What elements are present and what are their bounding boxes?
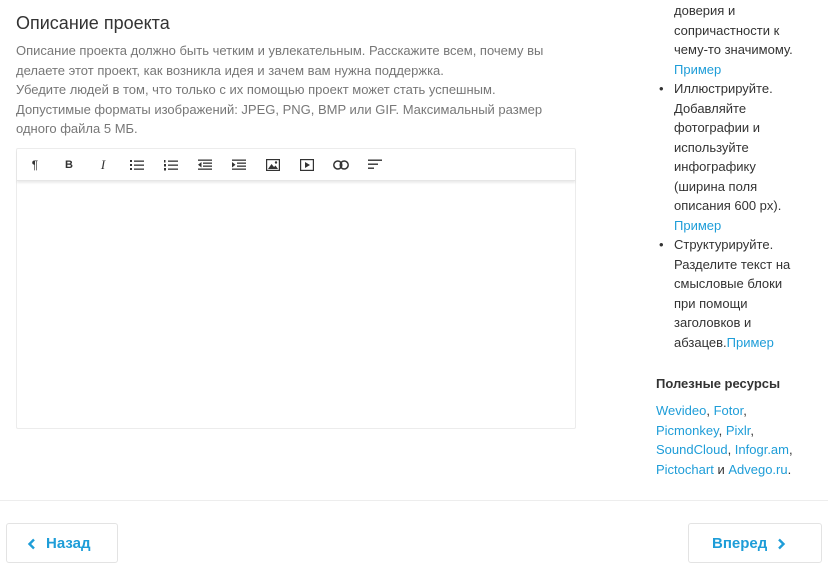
tip-line: инфографику (674, 159, 756, 174)
example-link[interactable]: Пример (727, 335, 774, 350)
resource-link-fotor[interactable]: Fotor (714, 403, 744, 418)
description-line: одного файла 5 МБ. (16, 121, 138, 137)
tip-line: при помощи (674, 295, 748, 311)
resource-link-picmonkey[interactable]: Picmonkey (656, 423, 719, 438)
italic-icon: I (100, 156, 106, 172)
tip-line: используйте (674, 139, 749, 155)
image-icon (266, 158, 280, 171)
tip-structure: Структурируйте. Разделите текст на смысл… (656, 235, 824, 352)
paragraph-icon: ¶ (31, 157, 39, 172)
description-line: Убедите людей в том, что только с их пом… (16, 82, 496, 98)
tip-line: абзацев. (674, 334, 727, 350)
example-link[interactable]: Пример (674, 216, 824, 236)
editor-toolbar: ¶ B I (17, 149, 575, 181)
resources-links: Wevideo, Fotor, Picmonkey, Pixlr, SoundC… (656, 403, 793, 477)
tip-line: чему-то значимому. (674, 42, 793, 57)
unordered-list-icon (130, 159, 144, 170)
tip-line: сопричастности к (674, 22, 780, 38)
indent-button[interactable] (222, 150, 256, 180)
editor-content-area[interactable] (17, 181, 575, 428)
indent-icon (232, 159, 246, 170)
tip-line: Добавляйте (674, 100, 747, 116)
resource-link-infogram[interactable]: Infogr.am (735, 442, 789, 457)
resource-link-pixlr[interactable]: Pixlr (726, 423, 751, 438)
ordered-list-icon (164, 159, 178, 170)
sidebar-tips-list: Иллюстрируйте. Добавляйте фотографии и и… (656, 79, 824, 352)
outdent-icon (198, 159, 212, 170)
description-line: Описание проекта должно быть четким и ув… (16, 43, 544, 58)
next-button[interactable]: Вперед (688, 523, 822, 563)
tip-line: Иллюстрируйте. (674, 81, 773, 96)
back-button-label: Назад (46, 534, 91, 552)
tip-line: фотографии и (674, 120, 760, 135)
resource-link-wevideo[interactable]: Wevideo (656, 403, 706, 418)
paragraph-button[interactable]: ¶ (18, 150, 52, 180)
unordered-list-button[interactable] (120, 150, 154, 180)
insert-video-button[interactable] (290, 150, 324, 180)
align-button[interactable] (358, 150, 392, 180)
outdent-button[interactable] (188, 150, 222, 180)
resource-link-pictochart[interactable]: Pictochart (656, 462, 714, 477)
rich-text-editor: ¶ B I (16, 148, 576, 429)
tip-line: доверия и (674, 3, 736, 18)
bold-button[interactable]: B (52, 150, 86, 180)
sidebar-tip-continued: доверия и сопричастности к чему-то значи… (674, 1, 824, 79)
tip-illustrate: Иллюстрируйте. Добавляйте фотографии и и… (656, 79, 824, 235)
back-button[interactable]: Назад (6, 523, 118, 563)
page-title: Описание проекта (16, 13, 170, 33)
description-line: делаете этот проект, как возникла идея и… (16, 62, 444, 78)
insert-link-button[interactable] (324, 150, 358, 180)
section-description: Описание проекта должно быть четким и ув… (16, 41, 576, 139)
tip-line-with-link: абзацев.Пример (674, 333, 824, 353)
tip-line: (ширина поля (674, 178, 758, 194)
example-link[interactable]: Пример (674, 60, 824, 80)
italic-button[interactable]: I (86, 150, 120, 180)
insert-image-button[interactable] (256, 150, 290, 180)
chevron-left-icon (27, 538, 35, 550)
link-icon (333, 159, 349, 170)
description-line: Допустимые форматы изображений: JPEG, PN… (16, 101, 543, 117)
tip-line: Структурируйте. (674, 237, 774, 252)
next-button-label: Вперед (712, 534, 768, 552)
video-icon (300, 158, 314, 171)
align-left-icon (368, 159, 382, 169)
tip-line: заголовков и (674, 315, 752, 330)
tip-line: смысловые блоки (674, 276, 783, 291)
resources-title: Полезные ресурсы (656, 376, 781, 391)
resource-conjunction: и (717, 461, 725, 477)
footer-divider (0, 500, 828, 501)
ordered-list-button[interactable] (154, 150, 188, 180)
bold-icon: B (65, 158, 73, 171)
resource-link-advego[interactable]: Advego.ru (728, 462, 787, 477)
chevron-right-icon (778, 538, 786, 549)
tip-line: описания 600 px). (674, 198, 782, 213)
resource-link-soundcloud[interactable]: SoundCloud (656, 442, 728, 457)
tip-line: Разделите текст на (674, 256, 791, 272)
